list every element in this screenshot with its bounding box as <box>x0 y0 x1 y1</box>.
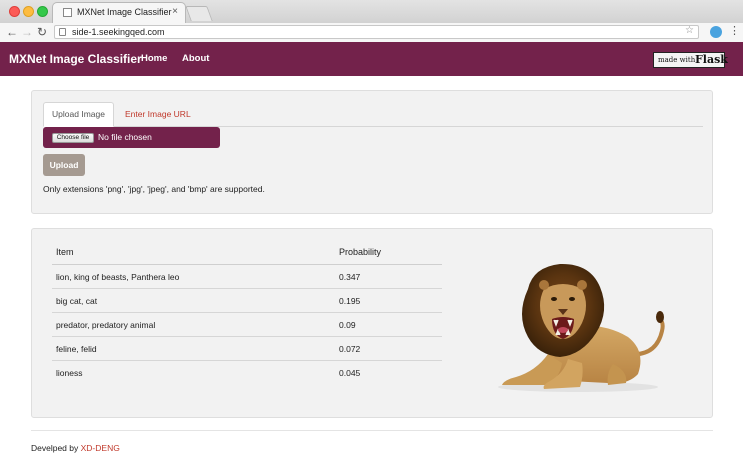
close-window-icon[interactable] <box>9 6 20 17</box>
address-bar[interactable]: side-1.seekingqed.com ☆ <box>54 25 699 39</box>
made-with-flask-badge[interactable]: made with Flask <box>653 52 728 68</box>
browser-tabbar: MXNet Image Classifier × <box>0 0 743 24</box>
row-item: lion, king of beasts, Panthera leo <box>56 272 180 282</box>
bookmark-star-icon[interactable]: ☆ <box>685 25 694 36</box>
extension-icon[interactable] <box>710 26 722 38</box>
results-table: Item Probability lion, king of beasts, P… <box>52 240 442 384</box>
nav-link-about[interactable]: About <box>182 53 209 64</box>
table-row: lion, king of beasts, Panthera leo 0.347 <box>52 265 442 289</box>
table-row: predator, predatory animal 0.09 <box>52 313 442 337</box>
tab-enter-image-url[interactable]: Enter Image URL <box>125 109 191 119</box>
page-info-icon[interactable] <box>59 28 66 36</box>
row-probability: 0.195 <box>339 296 361 306</box>
file-input[interactable]: Choose file No file chosen <box>43 127 220 148</box>
upload-button[interactable]: Upload <box>43 154 85 176</box>
table-row: feline, felid 0.072 <box>52 337 442 361</box>
uploaded-lion-image <box>498 263 665 392</box>
file-status-text: No file chosen <box>98 132 152 142</box>
new-tab-button[interactable] <box>185 6 213 21</box>
tab-upload-image[interactable]: Upload Image <box>43 102 114 127</box>
badge-big-text: Flask <box>695 53 728 66</box>
row-item: lioness <box>56 368 83 378</box>
column-header-item: Item <box>56 247 74 257</box>
page-favicon-icon <box>63 8 72 17</box>
maximize-window-icon[interactable] <box>37 6 48 17</box>
address-bar-url[interactable]: side-1.seekingqed.com <box>72 26 165 38</box>
author-link[interactable]: XD-DENG <box>81 443 120 453</box>
row-probability: 0.09 <box>339 320 356 330</box>
row-probability: 0.347 <box>339 272 361 282</box>
table-header: Item Probability <box>52 240 442 265</box>
upload-panel: Upload Image Enter Image URL Choose file… <box>31 90 713 214</box>
forward-arrow-icon[interactable]: → <box>21 25 33 39</box>
results-panel: Item Probability lion, king of beasts, P… <box>31 228 713 418</box>
badge-small-text: made with <box>658 56 696 64</box>
supported-extensions-note: Only extensions 'png', 'jpg', 'jpeg', an… <box>43 184 265 194</box>
back-arrow-icon[interactable]: ← <box>6 25 18 39</box>
row-probability: 0.045 <box>339 368 361 378</box>
row-item: predator, predatory animal <box>56 320 156 330</box>
table-row: big cat, cat 0.195 <box>52 289 442 313</box>
column-header-probability: Probability <box>339 247 382 257</box>
choose-file-button[interactable]: Choose file <box>52 133 94 143</box>
app-brand[interactable]: MXNet Image Classifier <box>9 52 142 66</box>
footer-prefix: Develped by <box>31 443 81 453</box>
footer: Develped by XD-DENG <box>31 443 120 453</box>
row-probability: 0.072 <box>339 344 361 354</box>
reload-icon[interactable]: ↻ <box>37 25 47 39</box>
browser-toolbar: ← → ↻ side-1.seekingqed.com ☆ ⋮ <box>0 23 743 43</box>
minimize-window-icon[interactable] <box>23 6 34 17</box>
browser-menu-icon[interactable]: ⋮ <box>729 24 740 37</box>
row-item: feline, felid <box>56 344 97 354</box>
browser-tab-title: MXNet Image Classifier <box>77 7 172 17</box>
row-item: big cat, cat <box>56 296 98 306</box>
app-navbar: MXNet Image Classifier Home About <box>0 42 743 76</box>
nav-link-home[interactable]: Home <box>141 53 167 64</box>
footer-divider <box>31 430 713 431</box>
table-row: lioness 0.045 <box>52 361 442 384</box>
browser-tab[interactable]: MXNet Image Classifier × <box>52 2 186 23</box>
close-tab-icon[interactable]: × <box>172 6 178 17</box>
